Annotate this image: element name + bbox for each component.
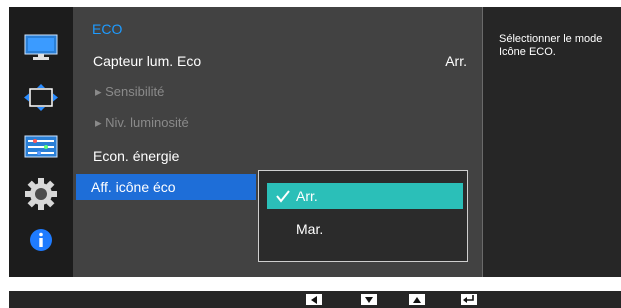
gear-icon[interactable] [9,177,73,211]
monitor-icon[interactable] [9,34,73,62]
menu-item-label: ▸ Sensibilité [95,84,165,99]
info-text: Sélectionner le mode Icône ECO. [499,33,603,58]
menu-title: ECO [92,21,123,37]
info-panel: Sélectionner le mode Icône ECO. [482,7,621,277]
enter-icon[interactable] [461,294,477,305]
option-off[interactable]: Arr. [267,183,463,209]
check-icon [275,183,291,217]
option-on[interactable]: Mar. [267,216,463,242]
menu-item-label: ▸ Niv. luminosité [95,115,189,130]
up-arrow-icon[interactable] [409,294,425,305]
info-icon[interactable] [9,228,73,252]
menu-item-eco-icon-display[interactable]: Aff. icône éco [76,174,256,200]
menu-item-eco-light-sensor[interactable]: Capteur lum. Eco Arr. [73,48,482,74]
navigation-bar [9,291,621,308]
menu-item-label: Aff. icône éco [91,179,176,195]
menu-item-label: Econ. énergie [93,148,180,164]
menu-item-label: Capteur lum. Eco [93,53,202,69]
color-settings-icon[interactable] [9,135,73,159]
eco-icon-dropdown: Arr. Mar. [258,170,468,262]
option-label: Mar. [296,221,324,237]
menu-item-energy-saving[interactable]: Econ. énergie [73,143,482,169]
sidebar [9,7,73,277]
menu-item-value: Arr. [445,53,467,69]
option-label: Arr. [296,188,318,204]
size-position-icon[interactable] [9,84,73,112]
left-arrow-icon[interactable] [306,294,322,305]
menu-item-brightness-level: ▸ Niv. luminosité [73,110,482,136]
menu-item-sensitivity: ▸ Sensibilité [73,79,482,105]
down-arrow-icon[interactable] [361,294,377,305]
